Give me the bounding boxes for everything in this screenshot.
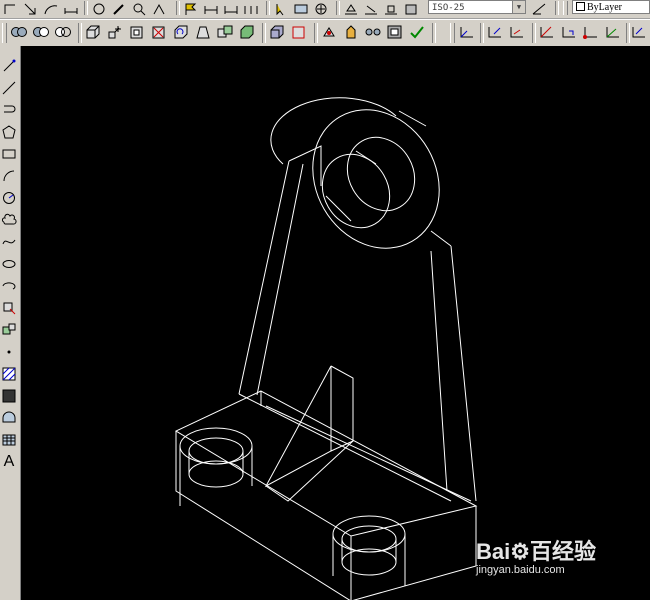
ellipse-arc-icon[interactable] <box>0 276 18 296</box>
gradient-icon[interactable] <box>0 386 18 406</box>
multiline-text-icon[interactable]: A <box>0 452 18 472</box>
extrude-faces-icon[interactable] <box>84 23 102 41</box>
right-hole-bottom <box>341 548 397 576</box>
dim-baseline-icon[interactable] <box>242 0 260 18</box>
copy-edges-icon[interactable] <box>268 23 286 41</box>
dim-edit-icon[interactable] <box>342 0 360 18</box>
layer-value: ByLayer <box>587 2 622 13</box>
ucs-view-icon[interactable] <box>560 23 578 41</box>
region-icon[interactable] <box>0 408 18 428</box>
left-hole-top-inner <box>188 437 244 465</box>
ucs-world-icon[interactable] <box>458 23 476 41</box>
separate-icon[interactable] <box>364 23 382 41</box>
baidu-watermark: Bai⚙百经验 jingyan.baidu.com <box>476 534 626 584</box>
offset-faces-icon[interactable] <box>128 23 146 41</box>
zoom-icon[interactable] <box>130 0 148 18</box>
dim-style-dropdown[interactable]: ISO-25 ▼ <box>428 0 526 14</box>
boss-bore-front <box>346 136 416 212</box>
ellipse-icon[interactable] <box>0 254 18 274</box>
tolerance-icon[interactable] <box>292 0 310 18</box>
rectangle-icon[interactable] <box>0 144 18 164</box>
toolbar-row-2 <box>0 19 650 47</box>
line-icon[interactable] <box>0 56 18 76</box>
imprint-icon[interactable] <box>320 23 338 41</box>
upright-bottom-edge <box>238 393 452 502</box>
baidu-logo: Bai⚙百经验 <box>476 539 596 564</box>
ucs-face-icon[interactable] <box>508 23 526 41</box>
dim-linear-icon[interactable] <box>202 0 220 18</box>
insert-block-icon[interactable] <box>0 298 18 318</box>
taper-faces-icon[interactable] <box>194 23 212 41</box>
boss-bore-back <box>321 153 391 229</box>
left-hole-bottom <box>188 460 244 488</box>
baidu-url: jingyan.baidu.com <box>476 564 565 576</box>
boss-back-arc <box>270 97 397 165</box>
ucs-icon[interactable] <box>2 0 20 18</box>
union-icon[interactable] <box>10 23 28 41</box>
clean-icon[interactable] <box>342 23 360 41</box>
right-hole-outer-walls <box>332 534 406 586</box>
dimension-icon[interactable] <box>62 0 80 18</box>
boss-tangent-edges <box>398 110 452 247</box>
dim-update-icon[interactable] <box>382 0 400 18</box>
rotate-icon[interactable] <box>90 0 108 18</box>
dim-style-icon[interactable] <box>402 0 420 18</box>
rib-bottom <box>265 440 354 502</box>
color-swatch-icon <box>576 2 585 11</box>
flag-icon[interactable] <box>182 0 200 18</box>
dim-style-value: ISO-25 <box>432 3 465 13</box>
make-block-icon[interactable] <box>0 320 18 340</box>
dim-style-manager-icon[interactable] <box>530 0 548 18</box>
toolbar-row-1: ISO-25 ▼ ByLayer <box>0 0 650 19</box>
ucs-origin-icon[interactable] <box>582 23 600 41</box>
ucs-previous-icon[interactable] <box>486 23 504 41</box>
move-faces-icon[interactable] <box>106 23 124 41</box>
pencil-icon[interactable] <box>110 0 128 18</box>
subtract-icon[interactable] <box>32 23 50 41</box>
point-icon[interactable] <box>0 342 18 362</box>
upright-right-edges <box>430 245 477 502</box>
polygon-icon[interactable] <box>0 122 18 142</box>
hatch-icon[interactable] <box>0 364 18 384</box>
pointer-icon[interactable] <box>272 0 290 18</box>
check-icon[interactable] <box>408 23 426 41</box>
bracket-model <box>174 97 478 600</box>
circle-icon[interactable] <box>0 188 18 208</box>
polyline-icon[interactable] <box>0 100 18 120</box>
wireframe-bracket-drawing <box>174 97 478 600</box>
ucs-zaxis-icon[interactable] <box>604 23 622 41</box>
copy-faces-icon[interactable] <box>216 23 234 41</box>
table-icon[interactable] <box>0 430 18 450</box>
arc-icon[interactable] <box>42 0 60 18</box>
dim-text-edit-icon[interactable] <box>362 0 380 18</box>
center-mark-icon[interactable] <box>312 0 330 18</box>
dim-aligned-icon[interactable] <box>222 0 240 18</box>
boss-left-edge <box>288 145 322 186</box>
ucs-3point-icon[interactable] <box>630 23 648 41</box>
delete-faces-icon[interactable] <box>150 23 168 41</box>
layer-dropdown[interactable]: ByLayer <box>572 0 650 14</box>
rib-face-left <box>264 365 332 488</box>
right-hole-top-inner <box>341 525 397 553</box>
shell-icon[interactable] <box>386 23 404 41</box>
move-icon[interactable] <box>22 0 40 18</box>
right-hole-walls <box>341 539 397 562</box>
arc-draw-icon[interactable] <box>0 166 18 186</box>
drawing-canvas[interactable] <box>21 46 650 600</box>
rotate-faces-icon[interactable] <box>172 23 190 41</box>
draw-toolbar: A <box>0 46 21 600</box>
chevron-down-icon[interactable]: ▼ <box>512 1 525 13</box>
upright-left-edges <box>238 160 304 396</box>
spline-icon[interactable] <box>0 232 18 252</box>
color-edges-icon[interactable] <box>290 23 308 41</box>
construction-line-icon[interactable] <box>0 78 18 98</box>
pan-icon[interactable] <box>150 0 168 18</box>
intersect-icon[interactable] <box>54 23 72 41</box>
revision-cloud-icon[interactable] <box>0 210 18 230</box>
base-side-faces <box>175 431 477 600</box>
color-faces-icon[interactable] <box>238 23 256 41</box>
ucs-object-icon[interactable] <box>538 23 556 41</box>
boss-front-face <box>312 109 440 249</box>
